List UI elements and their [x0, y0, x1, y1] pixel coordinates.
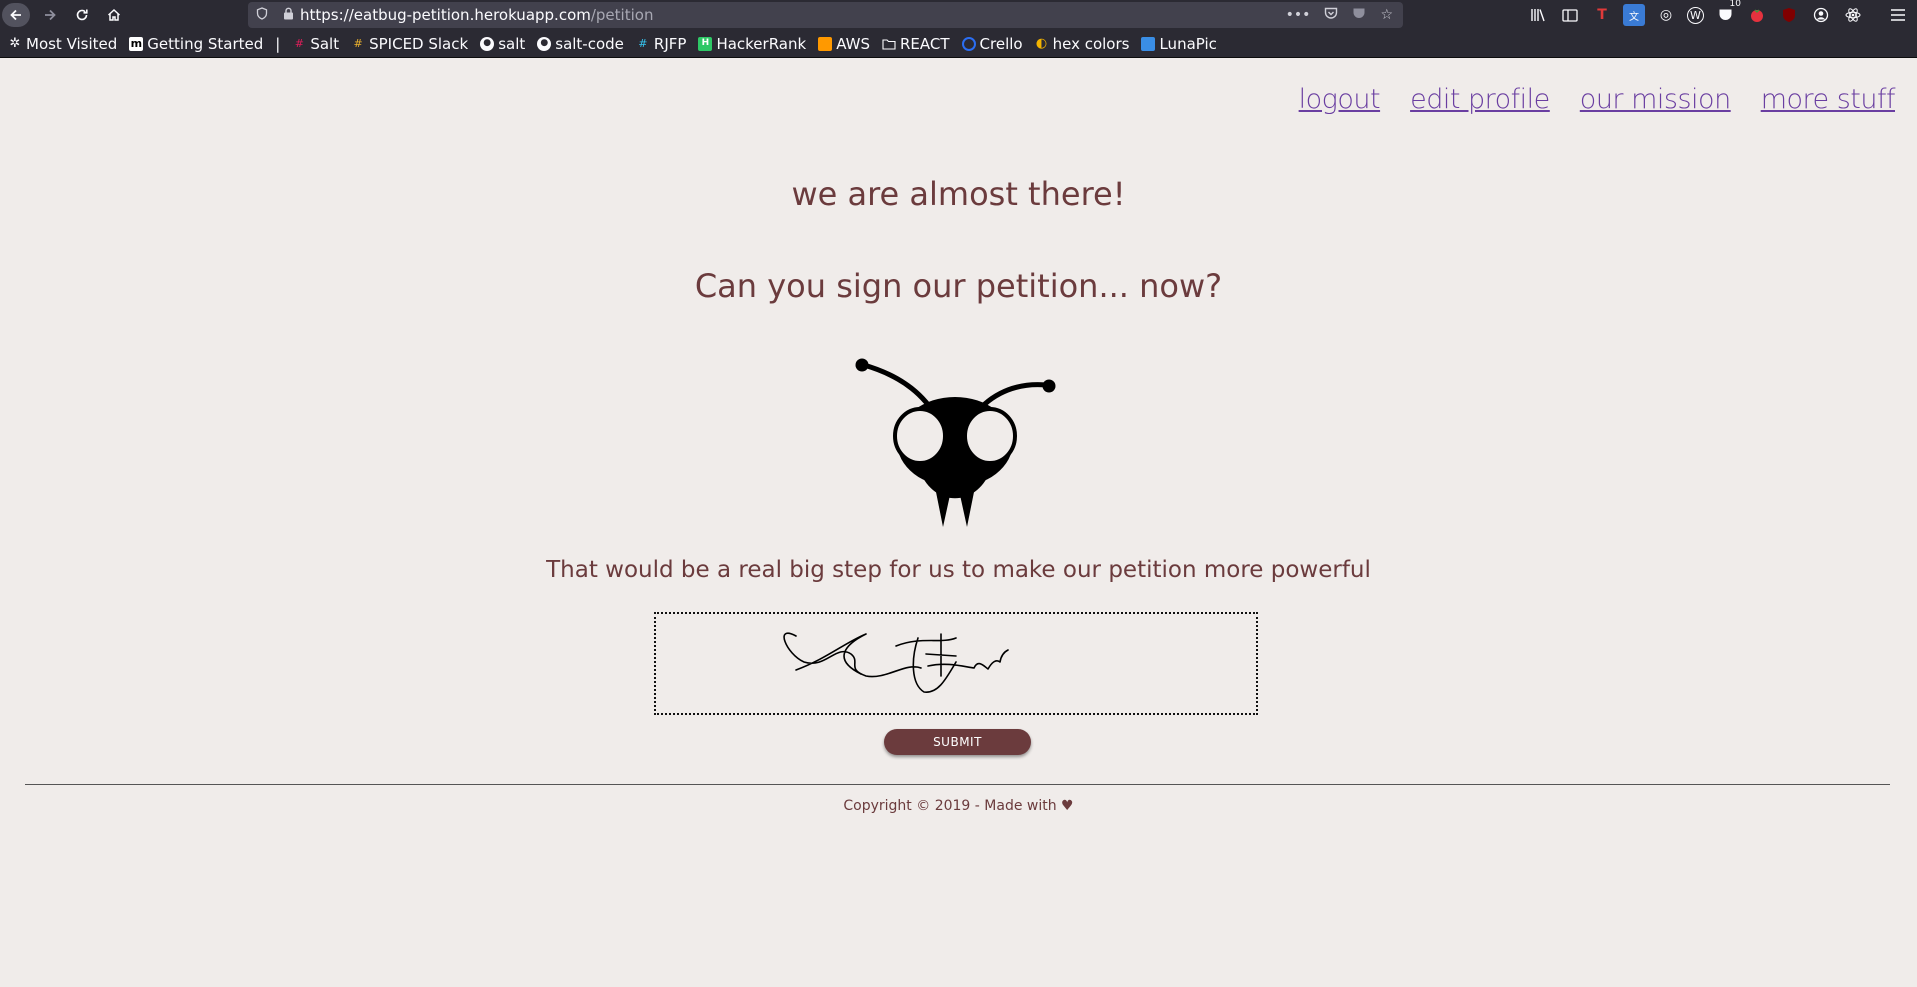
extension-circle-icon[interactable]: ◎	[1655, 4, 1677, 26]
sidebar-icon[interactable]	[1559, 4, 1581, 26]
edit-profile-link[interactable]: edit profile	[1410, 84, 1550, 115]
lock-icon[interactable]	[276, 7, 300, 24]
bookmark-lunapic[interactable]: LunaPic	[1141, 34, 1217, 53]
extension-w-icon[interactable]: W	[1687, 6, 1704, 24]
reload-button[interactable]	[68, 3, 96, 27]
url-bar[interactable]: https://eatbug-petition.herokuapp.com/pe…	[248, 2, 1403, 28]
back-button[interactable]	[2, 3, 30, 27]
text-extension-icon[interactable]: T	[1591, 4, 1613, 26]
bookmark-crello[interactable]: Crello	[961, 34, 1023, 53]
aws-icon	[818, 36, 833, 51]
forward-button[interactable]	[36, 3, 64, 27]
arrow-right-icon	[45, 9, 56, 21]
bug-logo-icon	[855, 358, 1056, 527]
hackerrank-icon: H	[698, 36, 713, 51]
bookmarks-bar: ✲ Most Visited m Getting Started | # Sal…	[0, 30, 1917, 58]
bookmark-spiced-slack[interactable]: # SPICED Slack	[351, 34, 469, 53]
url-actions: ••• ☆	[1286, 7, 1403, 24]
gear-icon: ✲	[9, 36, 21, 51]
m-icon: m	[129, 36, 144, 51]
slack-icon: #	[353, 37, 363, 50]
bookmark-label: SPICED Slack	[369, 34, 469, 53]
bookmark-react-folder[interactable]: REACT	[882, 35, 950, 53]
signature-stroke	[783, 632, 1009, 693]
top-navigation: logout edit profile our mission more stu…	[1299, 84, 1896, 115]
footer-copyright: Copyright © 2019 - Made with ♥	[843, 798, 1074, 814]
pocket-badge-icon[interactable]: 10	[1714, 0, 1741, 26]
menu-hamburger-icon[interactable]	[1887, 4, 1909, 26]
url-path-text: /petition	[590, 6, 654, 24]
signature-canvas[interactable]	[654, 612, 1258, 715]
bookmark-label: HackerRank	[716, 34, 807, 53]
translate-icon[interactable]: 文	[1623, 4, 1645, 26]
bookmark-label: hex colors	[1052, 34, 1130, 53]
shield-icon[interactable]	[248, 6, 276, 24]
toolbar-extensions: T 文 ◎ W 10	[1527, 0, 1864, 26]
bookmark-getting-started[interactable]: m Getting Started	[129, 35, 263, 53]
lunapic-icon	[1141, 36, 1156, 51]
pocket-icon[interactable]	[1324, 7, 1338, 24]
folder-icon	[882, 37, 896, 51]
bookmark-label: Most Visited	[26, 34, 118, 53]
bookmark-rjfp[interactable]: # RJFP	[636, 34, 687, 53]
ublock-icon[interactable]	[1778, 4, 1800, 26]
bookmark-label: AWS	[836, 34, 870, 53]
bookmark-label: salt-code	[555, 34, 624, 53]
github-icon: ●	[537, 36, 552, 51]
reload-icon	[76, 9, 88, 21]
tomato-icon[interactable]	[1746, 4, 1768, 26]
slack-icon: #	[638, 37, 648, 50]
bookmark-salt-code[interactable]: ● salt-code	[537, 35, 624, 53]
page-title: we are almost there!	[791, 175, 1126, 213]
pocket-save-icon[interactable]	[1352, 7, 1366, 24]
crello-icon	[961, 36, 976, 51]
bookmark-hackerrank[interactable]: H HackerRank	[698, 35, 806, 53]
submit-button[interactable]: SUBMIT	[884, 729, 1031, 755]
bookmark-salt-github[interactable]: ● salt	[480, 35, 525, 53]
bookmark-most-visited[interactable]: ✲ Most Visited	[8, 34, 118, 53]
home-button[interactable]	[100, 3, 128, 27]
react-devtools-icon[interactable]	[1842, 4, 1864, 26]
bookmark-separator: |	[275, 34, 281, 53]
home-icon	[107, 8, 121, 21]
bookmark-label: Crello	[979, 34, 1023, 53]
bookmark-aws[interactable]: AWS	[818, 35, 870, 53]
account-icon[interactable]	[1810, 4, 1832, 26]
petition-subtext: That would be a real big step for us to …	[546, 557, 1371, 583]
url-host-text: https://eatbug-petition.herokuapp.com	[300, 6, 591, 24]
petition-question: Can you sign our petition... now?	[694, 267, 1223, 305]
more-stuff-link[interactable]: more stuff	[1761, 84, 1896, 115]
bookmark-salt[interactable]: # Salt	[292, 35, 339, 53]
bookmark-hex-colors[interactable]: ◐ hex colors	[1035, 35, 1130, 53]
browser-toolbar: https://eatbug-petition.herokuapp.com/pe…	[0, 0, 1917, 30]
github-icon: ●	[480, 36, 495, 51]
bookmark-star-icon[interactable]: ☆	[1380, 7, 1393, 24]
hex-icon: ◐	[1035, 36, 1048, 51]
more-actions-icon[interactable]: •••	[1286, 7, 1311, 24]
logout-link[interactable]: logout	[1299, 84, 1381, 115]
bookmark-label: Getting Started	[147, 34, 264, 53]
page-content: logout edit profile our mission more stu…	[0, 59, 1917, 987]
our-mission-link[interactable]: our mission	[1580, 84, 1731, 115]
bookmark-label: RJFP	[653, 34, 687, 53]
bookmark-label: salt	[498, 34, 526, 53]
library-icon[interactable]	[1527, 4, 1549, 26]
arrow-left-icon	[10, 9, 21, 21]
footer-divider	[25, 784, 1890, 785]
bookmark-label: Salt	[310, 34, 340, 53]
notification-count-badge: 10	[1729, 0, 1741, 9]
bookmark-label: REACT	[899, 34, 950, 53]
bookmark-label: LunaPic	[1159, 34, 1217, 53]
slack-icon: #	[294, 37, 304, 50]
